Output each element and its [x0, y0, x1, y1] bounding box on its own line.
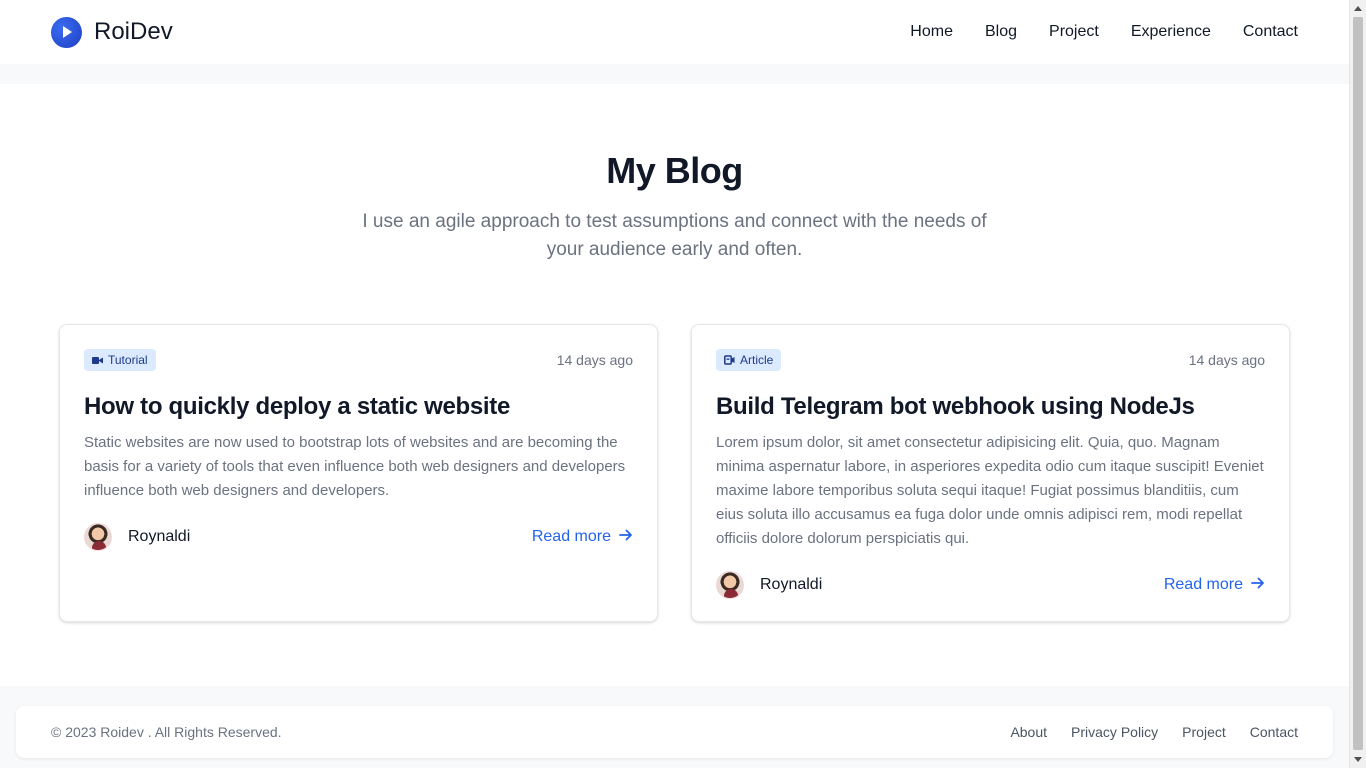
blog-card: Article 14 days ago Build Telegram bot w…: [691, 324, 1290, 622]
author: Roynaldi: [716, 571, 822, 599]
category-badge[interactable]: Tutorial: [84, 349, 156, 371]
nav-experience[interactable]: Experience: [1131, 23, 1211, 41]
post-date: 14 days ago: [1188, 352, 1265, 368]
brand-name: RoiDev: [94, 18, 173, 45]
scrollbar-thumb[interactable]: [1353, 17, 1363, 750]
navbar: RoiDev Home Blog Project Experience Cont…: [0, 0, 1349, 64]
post-date: 14 days ago: [556, 352, 633, 368]
video-camera-icon: [92, 356, 103, 365]
blog-card: Tutorial 14 days ago How to quickly depl…: [59, 324, 658, 622]
read-more-label: Read more: [1163, 576, 1243, 593]
avatar: [716, 571, 744, 599]
nav-project[interactable]: Project: [1049, 23, 1099, 41]
category-label: Tutorial: [108, 353, 148, 367]
nav-home[interactable]: Home: [910, 23, 953, 41]
category-label: Article: [740, 353, 774, 367]
footer-link-project[interactable]: Project: [1182, 724, 1226, 740]
post-excerpt: Lorem ipsum dolor, sit amet consectetur …: [716, 434, 1264, 547]
avatar: [84, 523, 112, 551]
footer: © 2023 Roidev . All Rights Reserved. Abo…: [16, 706, 1333, 758]
page-title: My Blog: [606, 150, 743, 191]
page-subtitle: I use an agile approach to test assumpti…: [362, 211, 987, 260]
arrow-right-icon: [619, 528, 633, 546]
card-footer: Roynaldi Read more: [84, 523, 633, 551]
nav-blog[interactable]: Blog: [985, 23, 1017, 41]
vertical-scrollbar[interactable]: [1349, 0, 1366, 768]
play-logo-icon: [51, 16, 82, 48]
brand-link[interactable]: RoiDev: [51, 16, 173, 48]
post-title[interactable]: Build Telegram bot webhook using NodeJs: [716, 393, 1265, 421]
page: RoiDev Home Blog Project Experience Cont…: [0, 0, 1349, 768]
read-more-link[interactable]: Read more: [1164, 576, 1265, 594]
card-footer: Roynaldi Read more: [716, 571, 1265, 599]
footer-link-contact[interactable]: Contact: [1250, 724, 1298, 740]
main-nav: Home Blog Project Experience Contact: [910, 23, 1298, 41]
card-meta: Article 14 days ago: [716, 349, 1265, 371]
copyright: © 2023 Roidev . All Rights Reserved.: [51, 724, 282, 740]
arrow-right-icon: [1251, 576, 1265, 594]
read-more-label: Read more: [531, 528, 611, 545]
card-meta: Tutorial 14 days ago: [84, 349, 633, 371]
author-name: Roynaldi: [760, 576, 823, 593]
post-title[interactable]: How to quickly deploy a static website: [84, 393, 633, 421]
nav-contact[interactable]: Contact: [1243, 23, 1298, 41]
footer-link-about[interactable]: About: [1010, 724, 1047, 740]
author-name: Roynaldi: [128, 528, 191, 545]
author: Roynaldi: [84, 523, 190, 551]
scroll-up-arrow-icon[interactable]: [1354, 6, 1362, 11]
hero-section: My Blog I use an agile approach to test …: [0, 84, 1349, 264]
post-excerpt: Static websites are now used to bootstra…: [84, 434, 626, 499]
footer-nav: About Privacy Policy Project Contact: [1010, 724, 1298, 740]
category-badge[interactable]: Article: [716, 349, 782, 371]
scroll-down-arrow-icon[interactable]: [1354, 757, 1362, 762]
article-icon: [724, 355, 735, 365]
footer-link-privacy-policy[interactable]: Privacy Policy: [1071, 724, 1158, 740]
header-divider: [0, 64, 1349, 84]
read-more-link[interactable]: Read more: [532, 528, 633, 546]
